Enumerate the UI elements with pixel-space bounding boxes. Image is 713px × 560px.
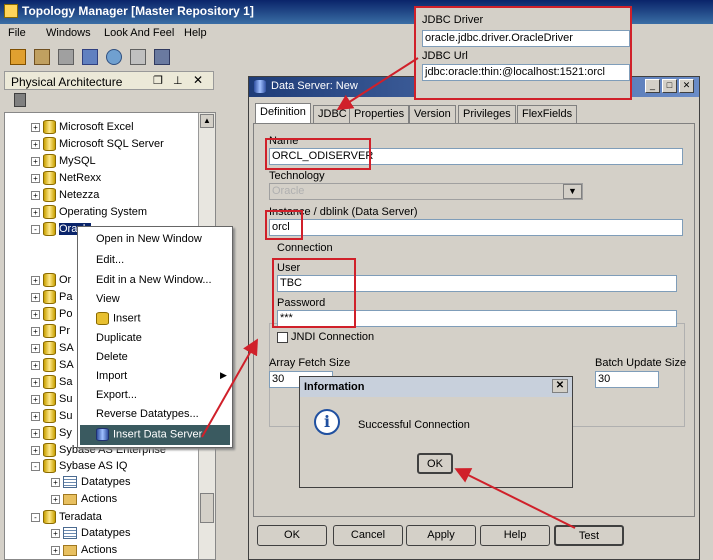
annotation-arrows bbox=[201, 57, 576, 529]
arrow-to-dialog bbox=[201, 338, 258, 438]
arrow-to-jdbc-tab bbox=[336, 57, 419, 111]
arrow-to-ok bbox=[454, 468, 576, 529]
